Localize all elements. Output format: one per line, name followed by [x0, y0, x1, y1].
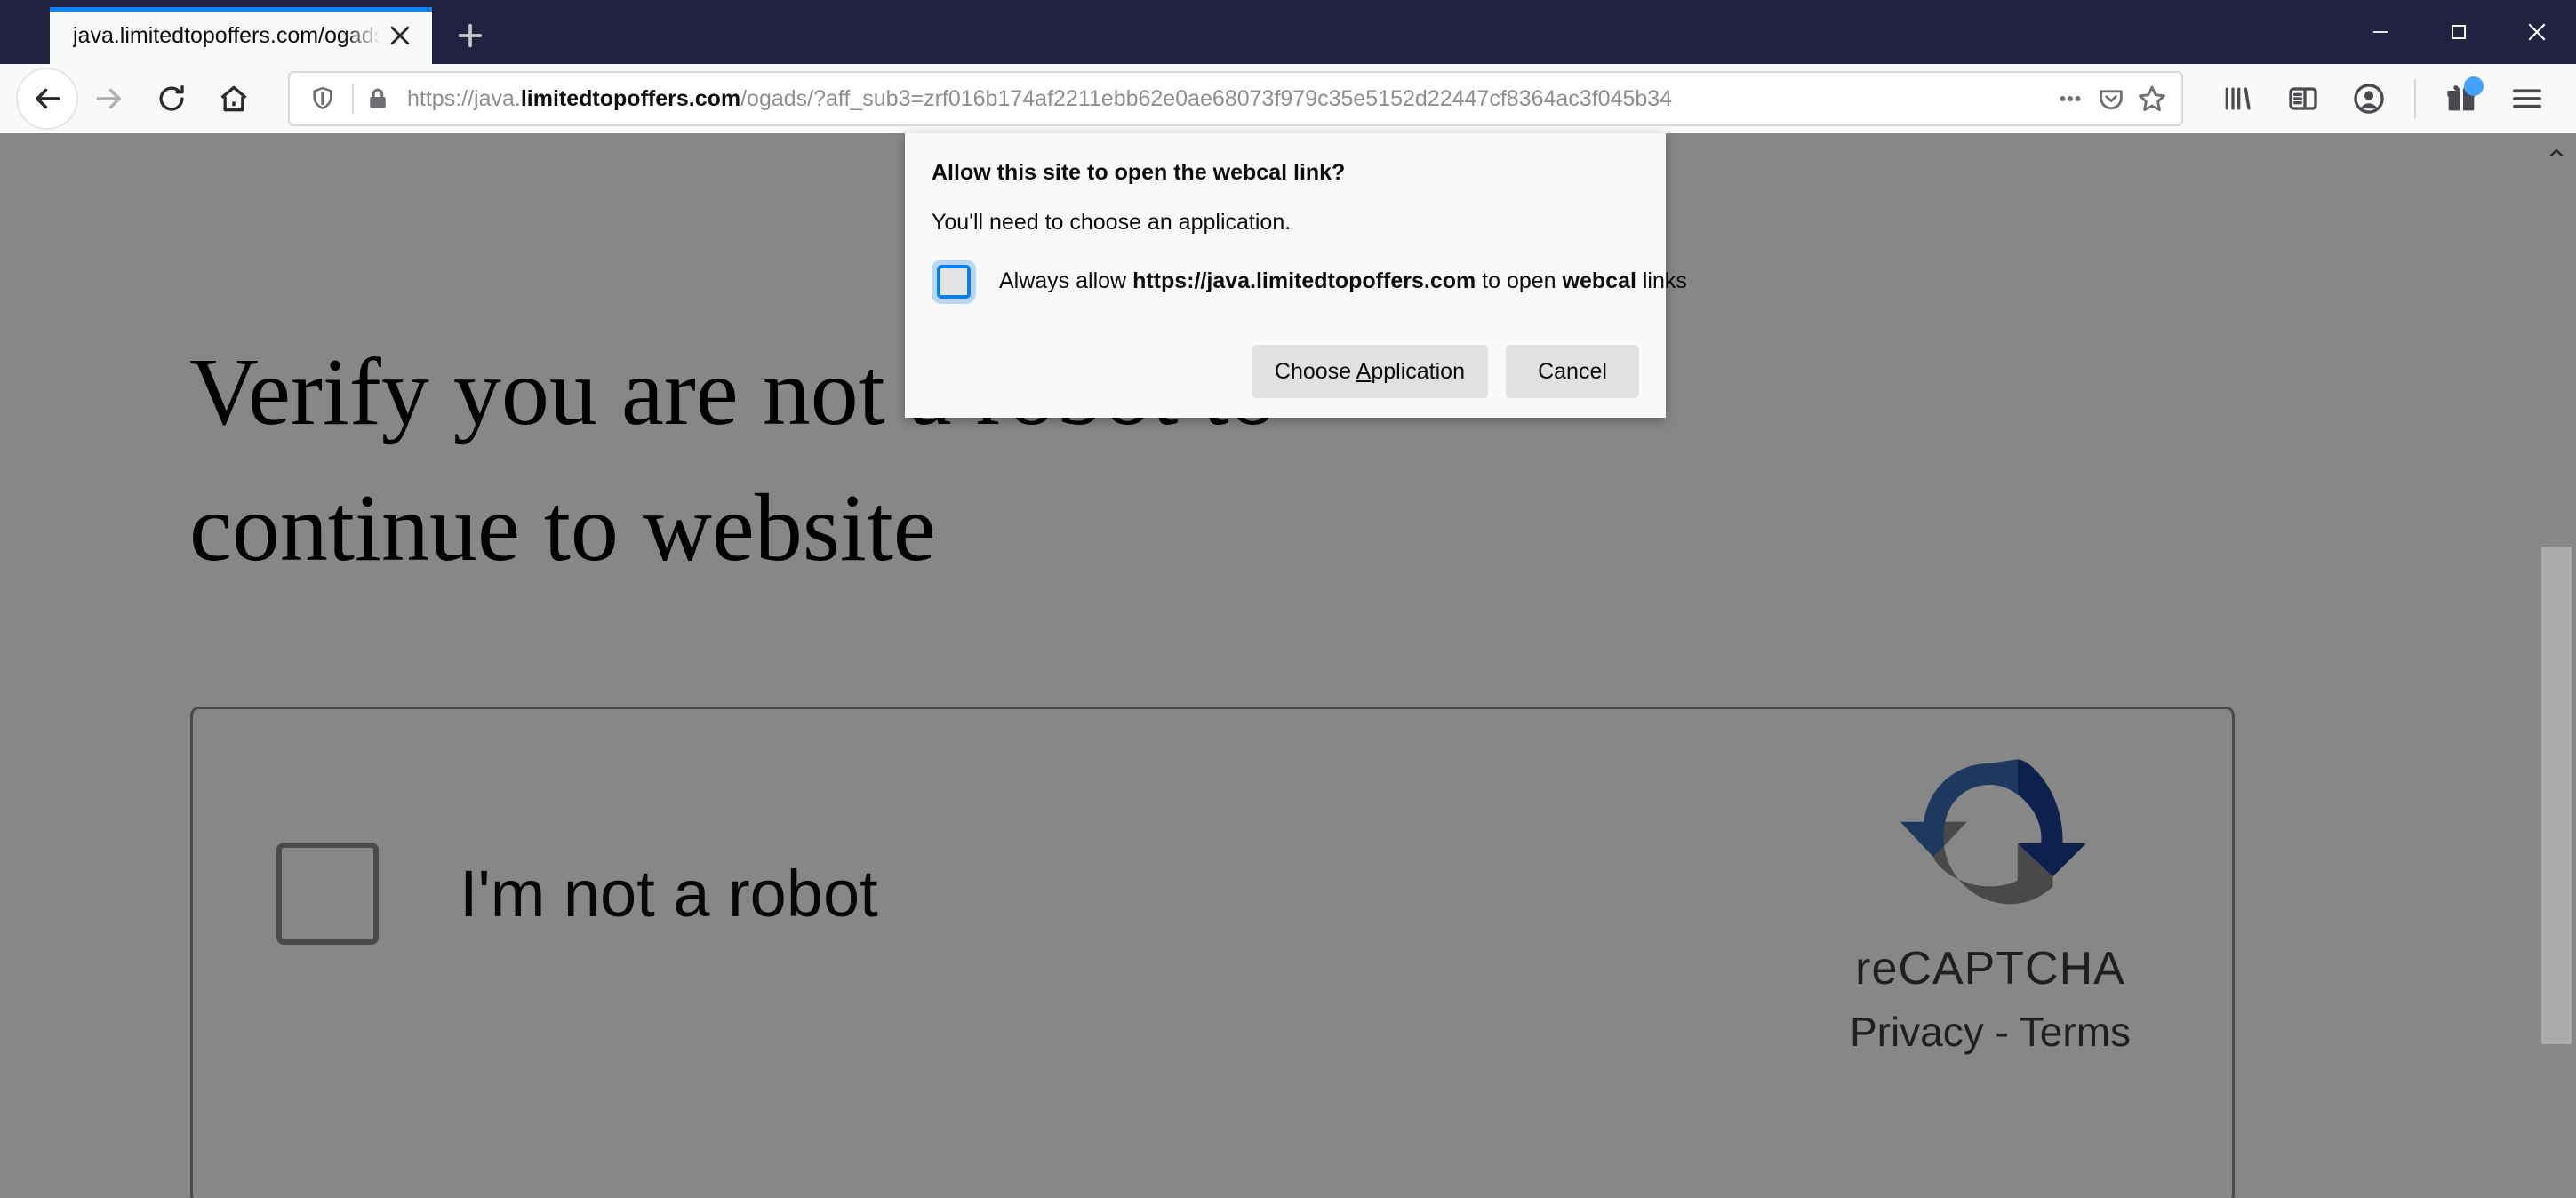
page-actions-ellipsis-icon[interactable]	[2050, 78, 2091, 119]
url-host: limitedtopoffers.com	[520, 85, 741, 111]
choose-app-prefix: Choose	[1274, 358, 1356, 384]
title-bar: java.limitedtopoffers.com/ogads/?a	[0, 0, 2576, 64]
account-icon[interactable]	[2336, 68, 2402, 130]
choose-application-button[interactable]: Choose Application	[1251, 344, 1488, 398]
recaptcha-legal-links[interactable]: Privacy - Terms	[1804, 1008, 2177, 1056]
maximize-button[interactable]	[2420, 0, 2498, 64]
address-bar[interactable]: https://java.limitedtopoffers.com/ogads/…	[288, 71, 2183, 126]
gift-icon[interactable]	[2428, 68, 2494, 130]
lock-icon[interactable]	[357, 78, 398, 119]
always-allow-origin: https://java.limitedtopoffers.com	[1132, 268, 1476, 294]
browser-tab-active[interactable]: java.limitedtopoffers.com/ogads/?a	[50, 7, 432, 64]
scrollbar-thumb[interactable]	[2541, 547, 2572, 1044]
recaptcha-label: I'm not a robot	[460, 857, 878, 930]
protocol-handler-dialog: Allow this site to open the webcal link?…	[905, 133, 1687, 418]
url-divider	[352, 84, 354, 114]
url-scheme: https://	[407, 85, 475, 111]
reload-button[interactable]	[140, 68, 203, 130]
dialog-title: Allow this site to open the webcal link?	[932, 160, 1346, 185]
choose-app-suffix: pplication	[1371, 358, 1465, 384]
dialog-description: You'll need to choose an application.	[932, 209, 1292, 235]
close-button[interactable]	[2498, 0, 2576, 64]
recaptcha-logo-icon	[1900, 759, 2086, 905]
always-allow-text-after: links	[1636, 268, 1687, 294]
hamburger-menu-icon[interactable]	[2494, 68, 2560, 130]
always-allow-checkbox[interactable]	[937, 264, 971, 299]
tab-title: java.limitedtopoffers.com/ogads/?a	[73, 23, 380, 48]
cancel-button[interactable]: Cancel	[1506, 344, 1639, 398]
scroll-up-arrow-icon[interactable]	[2537, 133, 2576, 172]
gift-badge	[2464, 76, 2484, 96]
home-button[interactable]	[203, 68, 265, 130]
new-tab-button[interactable]	[436, 7, 505, 64]
always-allow-protocol: webcal	[1562, 268, 1636, 294]
back-button[interactable]	[16, 68, 78, 130]
url-subdomain: java.	[474, 85, 521, 111]
recaptcha-checkbox[interactable]	[276, 843, 379, 945]
vertical-scrollbar[interactable]	[2537, 133, 2576, 1198]
dialog-button-row: Choose Application Cancel	[932, 344, 1639, 398]
minimize-button[interactable]	[2341, 0, 2420, 64]
recaptcha-widget: I'm not a robot reCAPTCHA Privacy - Term…	[190, 707, 2235, 1198]
window-controls	[2341, 0, 2576, 64]
choose-app-accesskey: A	[1356, 358, 1372, 384]
url-path: /ogads/?aff_sub3=zrf016b174af2211ebb62e0…	[740, 85, 1673, 111]
recaptcha-brand-name: reCAPTCHA	[1855, 943, 2125, 994]
forward-button	[78, 68, 140, 130]
recaptcha-branding: reCAPTCHA Privacy - Terms	[1804, 736, 2177, 1056]
always-allow-label: Always allow https://java.limitedtopoffe…	[999, 267, 1687, 296]
navigation-toolbar: https://java.limitedtopoffers.com/ogads/…	[0, 64, 2576, 133]
browser-window: java.limitedtopoffers.com/ogads/?a	[0, 0, 2576, 1198]
toolbar-right-icons	[2204, 68, 2560, 130]
shield-icon[interactable]	[302, 78, 343, 119]
always-allow-row[interactable]: Always allow https://java.limitedtopoffe…	[932, 264, 1687, 299]
toolbar-divider	[2414, 79, 2416, 118]
sidebar-icon[interactable]	[2270, 68, 2336, 130]
always-allow-text-middle: to open	[1476, 268, 1563, 294]
always-allow-text-before: Always allow	[999, 268, 1133, 294]
tab-close-icon[interactable]	[380, 16, 420, 55]
pocket-icon[interactable]	[2091, 78, 2132, 119]
url-text: https://java.limitedtopoffers.com/ogads/…	[407, 86, 2050, 112]
tab-strip: java.limitedtopoffers.com/ogads/?a	[0, 0, 505, 64]
library-icon[interactable]	[2204, 68, 2270, 130]
bookmark-star-icon[interactable]	[2132, 78, 2172, 119]
